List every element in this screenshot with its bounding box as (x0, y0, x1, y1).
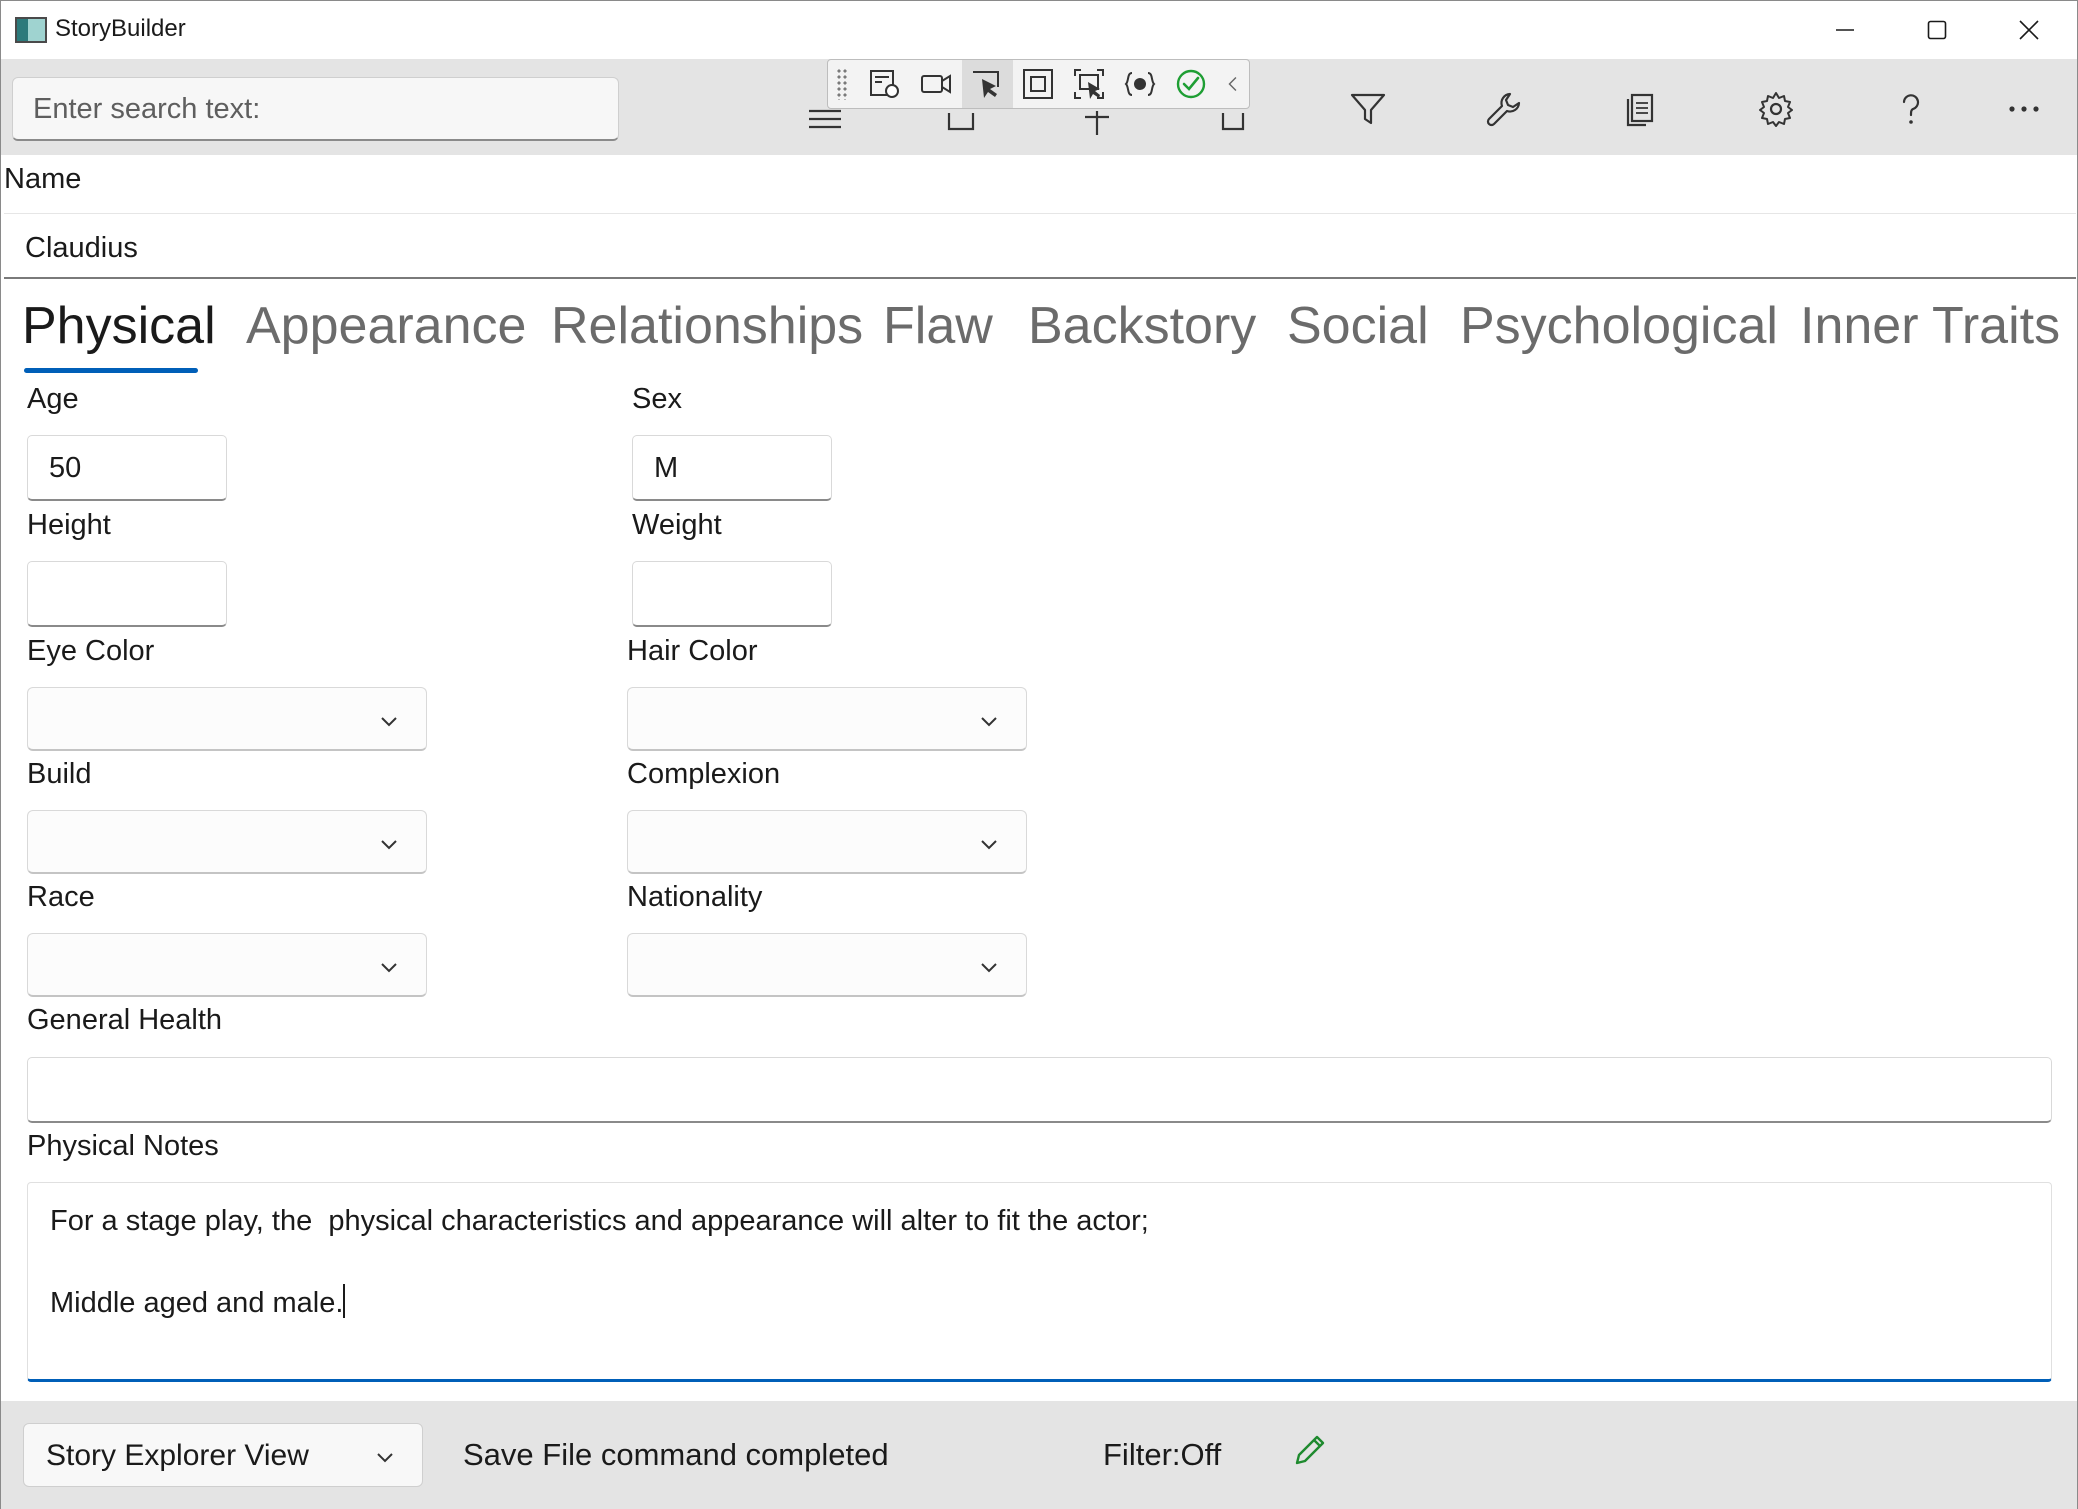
more-button[interactable] (1994, 79, 2054, 139)
tab-psychological[interactable]: Psychological (1460, 296, 1778, 356)
chevron-down-icon (381, 963, 397, 973)
more-icon (2009, 106, 2039, 112)
filter-icon (1350, 93, 1386, 125)
view-selector-value: Story Explorer View (46, 1439, 309, 1472)
tab-physical[interactable]: Physical (22, 296, 216, 356)
app-window: StoryBuilder Enter search text: Name Cla… (0, 0, 2078, 1509)
minimize-icon (1836, 29, 1854, 31)
record-button[interactable] (910, 60, 961, 108)
chevron-down-icon (381, 840, 397, 850)
binding-failures-button[interactable] (1115, 60, 1166, 108)
xaml-debug-toolbar (827, 59, 1250, 109)
height-label: Height (27, 509, 111, 541)
eye-color-dropdown[interactable] (27, 687, 427, 751)
text-caret (343, 1284, 346, 1318)
live-visual-tree-icon (869, 70, 899, 98)
weight-field[interactable] (632, 561, 832, 627)
sex-label: Sex (632, 383, 682, 415)
age-label: Age (27, 383, 79, 415)
name-label: Name (4, 163, 82, 195)
race-label: Race (27, 881, 95, 913)
physical-notes-label: Physical Notes (27, 1130, 219, 1162)
status-bar: Story Explorer View Save File command co… (1, 1401, 2077, 1509)
complexion-label: Complexion (627, 758, 781, 790)
window-title: StoryBuilder (55, 15, 186, 42)
chevron-down-icon (377, 1453, 393, 1463)
tools-button[interactable] (1474, 79, 1534, 139)
hot-reload-ok-icon (1177, 69, 1206, 99)
minimize-button[interactable] (1799, 1, 1891, 59)
help-button[interactable] (1881, 79, 1941, 139)
binding-failures-icon (1124, 72, 1156, 96)
settings-button[interactable] (1746, 79, 1806, 139)
filter-status: Filter:Off (1103, 1437, 1222, 1472)
physical-notes-field[interactable]: For a stage play, the physical character… (27, 1182, 2052, 1382)
chevron-down-icon (981, 840, 997, 850)
reports-icon (1626, 93, 1654, 127)
filter-button[interactable] (1338, 79, 1398, 139)
notes-line-1: For a stage play, the physical character… (50, 1205, 1149, 1237)
tab-strip: Physical Appearance Relationships Flaw B… (1, 296, 2077, 376)
title-bar: StoryBuilder (1, 1, 2077, 59)
view-selector-dropdown[interactable]: Story Explorer View (23, 1423, 423, 1487)
build-label: Build (27, 758, 92, 790)
race-dropdown[interactable] (27, 933, 427, 997)
tab-inner-traits[interactable]: Inner Traits (1800, 296, 2060, 356)
tab-social[interactable]: Social (1287, 296, 1429, 356)
general-health-field[interactable] (27, 1057, 2052, 1123)
collapse-toolbar-button[interactable] (1217, 60, 1249, 108)
live-visual-tree-button[interactable] (859, 60, 910, 108)
eye-color-label: Eye Color (27, 635, 155, 667)
record-icon (920, 74, 951, 94)
tab-flaw[interactable]: Flaw (883, 296, 993, 356)
chevron-down-icon (981, 717, 997, 727)
help-icon (1902, 94, 1920, 124)
maximize-button[interactable] (1891, 1, 1983, 59)
height-field[interactable] (27, 561, 227, 627)
active-tab-indicator (24, 368, 198, 373)
name-field[interactable]: Claudius (4, 213, 2076, 279)
tools-icon (1486, 92, 1521, 127)
tab-backstory[interactable]: Backstory (1028, 296, 1256, 356)
pencil-icon[interactable] (1289, 1431, 1329, 1471)
settings-icon (1759, 92, 1793, 127)
display-layout-adorners-button[interactable] (1013, 60, 1064, 108)
close-icon (2019, 20, 2039, 40)
complexion-dropdown[interactable] (627, 810, 1027, 874)
general-health-label: General Health (27, 1004, 223, 1036)
app-logo-icon (15, 17, 47, 43)
reports-button[interactable] (1610, 79, 1670, 139)
status-message: Save File command completed (463, 1437, 889, 1472)
age-field[interactable]: 50 (27, 435, 227, 501)
drag-grip-icon[interactable] (836, 68, 848, 100)
tab-relationships[interactable]: Relationships (551, 296, 863, 356)
track-focus-icon (1074, 69, 1105, 99)
search-input[interactable]: Enter search text: (12, 77, 619, 141)
hair-color-label: Hair Color (627, 635, 758, 667)
notes-line-2: Middle aged and male. (50, 1283, 2029, 1324)
tab-appearance[interactable]: Appearance (246, 296, 526, 356)
sex-field[interactable]: M (632, 435, 832, 501)
hair-color-dropdown[interactable] (627, 687, 1027, 751)
track-focus-button[interactable] (1064, 60, 1115, 108)
close-button[interactable] (1983, 1, 2075, 59)
display-layout-adorners-icon (1023, 69, 1054, 99)
weight-label: Weight (632, 509, 722, 541)
build-dropdown[interactable] (27, 810, 427, 874)
nationality-dropdown[interactable] (627, 933, 1027, 997)
select-element-icon (973, 71, 1000, 98)
maximize-icon (1927, 20, 1947, 40)
hot-reload-status-button[interactable] (1166, 60, 1217, 108)
chevron-down-icon (981, 963, 997, 973)
select-element-button[interactable] (961, 60, 1013, 108)
nationality-label: Nationality (627, 881, 763, 913)
chevron-down-icon (381, 717, 397, 727)
collapse-icon (1228, 77, 1237, 91)
